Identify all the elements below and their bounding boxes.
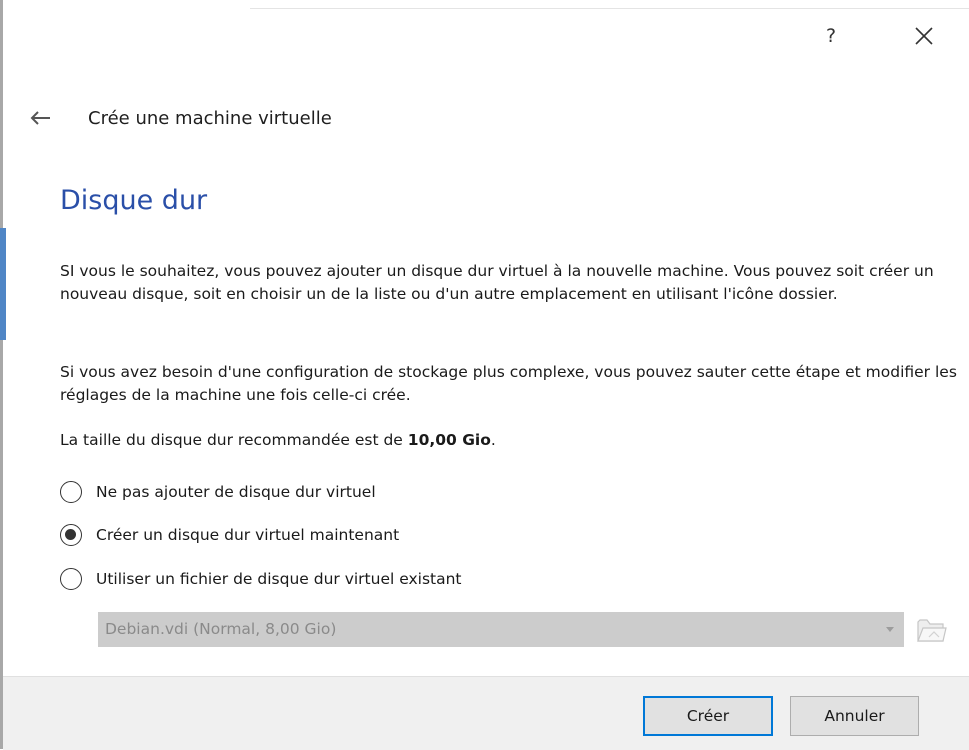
advanced-storage-note: Si vous avez besoin d'une configuration …: [60, 363, 957, 404]
radio-button-unchecked[interactable]: [60, 481, 82, 503]
radio-label-no-disk: Ne pas ajouter de disque dur virtuel: [96, 483, 376, 501]
radio-existing-disk[interactable]: Utiliser un fichier de disque dur virtue…: [60, 566, 462, 592]
help-button[interactable]: ?: [818, 22, 844, 50]
description-paragraph: SI vous le souhaitez, vous pouvez ajoute…: [60, 262, 934, 303]
radio-button-unchecked[interactable]: [60, 568, 82, 590]
close-button[interactable]: [910, 22, 938, 50]
page-title: Disque dur: [60, 185, 208, 216]
back-arrow-icon: [30, 111, 50, 125]
recommended-size-suffix: .: [490, 431, 496, 449]
cancel-button[interactable]: Annuler: [790, 696, 919, 736]
radio-create-disk[interactable]: Créer un disque dur virtuel maintenant: [60, 522, 399, 548]
wizard-title: Crée une machine virtuelle: [88, 108, 332, 129]
recommended-size-value: 10,00 Gio: [407, 431, 491, 449]
window-left-border: [0, 0, 3, 749]
radio-no-disk[interactable]: Ne pas ajouter de disque dur virtuel: [60, 479, 376, 505]
existing-disk-select[interactable]: Debian.vdi (Normal, 8,00 Gio): [98, 612, 904, 647]
chevron-down-icon: [886, 627, 894, 632]
choose-disk-file-button[interactable]: [914, 610, 948, 648]
recommended-size-prefix: La taille du disque dur recommandée est …: [60, 431, 408, 449]
title-bar-divider: [250, 8, 969, 9]
create-button[interactable]: Créer: [643, 696, 773, 736]
radio-label-create-disk: Créer un disque dur virtuel maintenant: [96, 526, 400, 544]
folder-icon: [917, 619, 947, 642]
close-icon: [915, 27, 933, 45]
radio-button-checked[interactable]: [60, 524, 82, 546]
window-edge-accent: [0, 228, 6, 340]
radio-label-existing-disk: Utiliser un fichier de disque dur virtue…: [96, 570, 462, 588]
existing-disk-selected-value: Debian.vdi (Normal, 8,00 Gio): [105, 620, 337, 638]
back-button[interactable]: [28, 108, 54, 128]
recommended-size-text: La taille du disque dur recommandée est …: [60, 429, 960, 452]
